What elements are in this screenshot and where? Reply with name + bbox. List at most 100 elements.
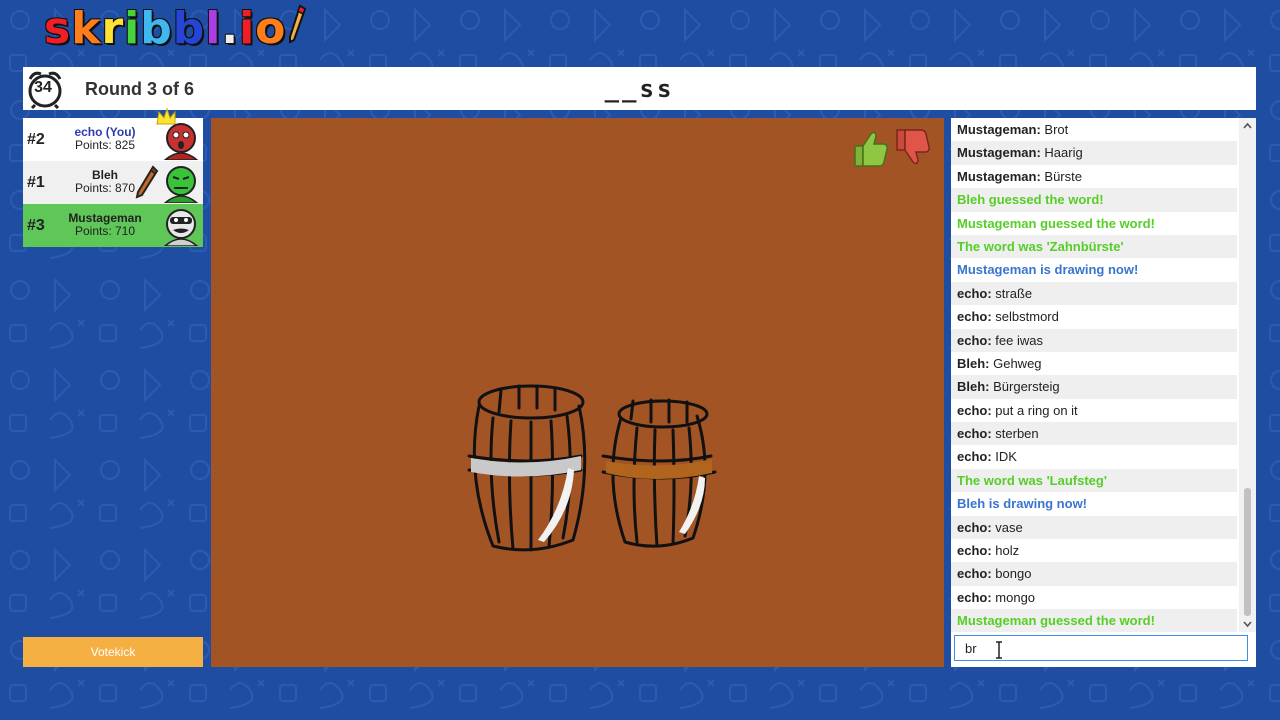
chat-message: Bleh: Gehweg [951,352,1237,375]
player-points: Points: 825 [74,138,136,152]
chat-author: echo: [957,519,992,535]
logo-letter: r [101,3,125,54]
chat-message: echo: put a ring on it [951,399,1237,422]
player-rank: #3 [27,217,45,234]
logo-letter: b [140,3,173,54]
scrollbar-thumb[interactable] [1244,488,1251,616]
chat-text: Bleh guessed the word! [957,192,1104,208]
player-info: echo (You) Points: 825 [59,126,151,152]
chat-message: echo: IDK [951,445,1237,468]
chat-author: echo: [957,543,992,559]
chat-message: The word was 'Laufsteg' [951,468,1237,493]
top-bar: 34 Round 3 of 6 __ss [23,67,1256,110]
pencil-icon [135,165,159,199]
chat-text: sterben [991,426,1039,442]
chat-text: The word was 'Laufsteg' [957,472,1107,488]
logo-letter: l [205,3,222,54]
player-avatar [163,123,199,160]
chat-scrollbar[interactable] [1239,118,1256,632]
scroll-down-icon[interactable] [1243,619,1252,628]
logo-letter: i [124,3,141,54]
logo-text: skribbl.io [44,3,286,54]
chat-message: Mustageman guessed the word! [951,212,1237,235]
chat-text: straße [991,285,1033,301]
chat-text: vase [991,519,1023,535]
votekick-button[interactable]: Votekick [23,637,203,667]
chat-author: Mustageman: [957,122,1041,137]
chat-message: echo: selbstmord [951,305,1237,328]
chat-panel: Mustageman: Brot Mustageman: Haarig Mustag… [951,118,1256,632]
chat-message: Mustageman is drawing now! [951,258,1237,281]
chat-author: Bleh: [957,379,990,395]
logo-letter: i [239,3,256,54]
chat-text: put a ring on it [991,402,1078,418]
chat-message: echo: sterben [951,422,1237,446]
player-points: Points: 710 [74,224,136,238]
drawing-barrels [467,384,717,552]
chat-text: Gehweg [989,355,1042,371]
player-row[interactable]: #3 Mustageman Points: 710 [23,204,203,247]
chat-text: IDK [991,449,1017,465]
chat-input-area [951,632,1256,667]
chat-message: Mustageman: Haarig [951,141,1237,165]
chat-message: echo: straße [951,281,1237,306]
chat-author: Mustageman: [957,168,1041,184]
chat-author: echo: [957,589,992,605]
player-rank: #1 [27,174,45,191]
chat-author: echo: [957,449,992,465]
chat-message: echo: bongo [951,562,1237,586]
chat-message: Bleh is drawing now! [951,492,1237,515]
text-cursor-icon [996,641,1002,659]
chat-author: echo: [957,309,992,325]
player-avatar [163,209,199,246]
chat-text: Haarig [1040,145,1083,161]
chat-author: echo: [957,426,992,442]
chat-message-list: Mustageman: Brot Mustageman: Haarig Mustag… [951,118,1237,632]
chat-message: Bleh guessed the word! [951,188,1237,212]
scroll-up-icon[interactable] [1243,122,1252,131]
chat-text: holz [991,543,1020,559]
chat-text: Bürgersteig [989,379,1060,395]
chat-author: Bleh: [957,355,990,371]
chat-text: Brot [1040,122,1069,137]
chat-text: The word was 'Zahnbürste' [957,238,1124,254]
logo-letter: . [221,3,240,54]
chat-text: Bleh is drawing now! [957,496,1088,512]
logo-letter: s [44,3,72,54]
word-hint: __ss [604,75,675,103]
chat-author: echo: [957,566,992,582]
player-avatar [163,166,199,203]
chat-text: Bürste [1040,168,1082,184]
chat-message: Mustageman guessed the word! [951,609,1237,632]
player-row[interactable]: #2 echo (You) Points: 825 [23,108,203,161]
chat-message: Bleh: Bürgersteig [951,375,1237,399]
logo-letter: k [71,3,102,54]
chat-text: bongo [991,566,1032,582]
skribbl-logo: skribbl.io [44,3,307,54]
chat-text: Mustageman guessed the word! [957,215,1155,231]
chat-author: echo: [957,402,992,418]
chat-author: echo: [957,332,992,348]
player-list: #2 echo (You) Points: 825 #1 Bleh Points… [23,108,203,247]
chat-message: echo: mongo [951,586,1237,609]
drawing-canvas[interactable] [211,118,944,667]
logo-pencil-icon [289,4,307,44]
chat-message: Mustageman: Brot [951,118,1237,141]
chat-message: Mustageman: Bürste [951,165,1237,188]
chat-message: echo: fee iwas [951,328,1237,352]
player-rank: #2 [27,131,45,148]
player-info: Mustageman Points: 710 [59,212,151,238]
chat-text: selbstmord [991,309,1059,325]
player-row[interactable]: #1 Bleh Points: 870 [23,161,203,204]
chat-author: echo: [957,285,992,301]
chat-text: fee iwas [991,332,1043,348]
logo-letter: b [172,3,206,54]
logo-letter: o [255,3,287,54]
chat-message: echo: vase [951,515,1237,540]
chat-message: echo: holz [951,539,1237,562]
chat-text: Mustageman guessed the word! [957,613,1155,629]
chat-author: Mustageman: [957,145,1041,161]
chat-text: Mustageman is drawing now! [957,262,1139,278]
chat-message: The word was 'Zahnbürste' [951,234,1237,259]
chat-text: mongo [991,589,1036,605]
